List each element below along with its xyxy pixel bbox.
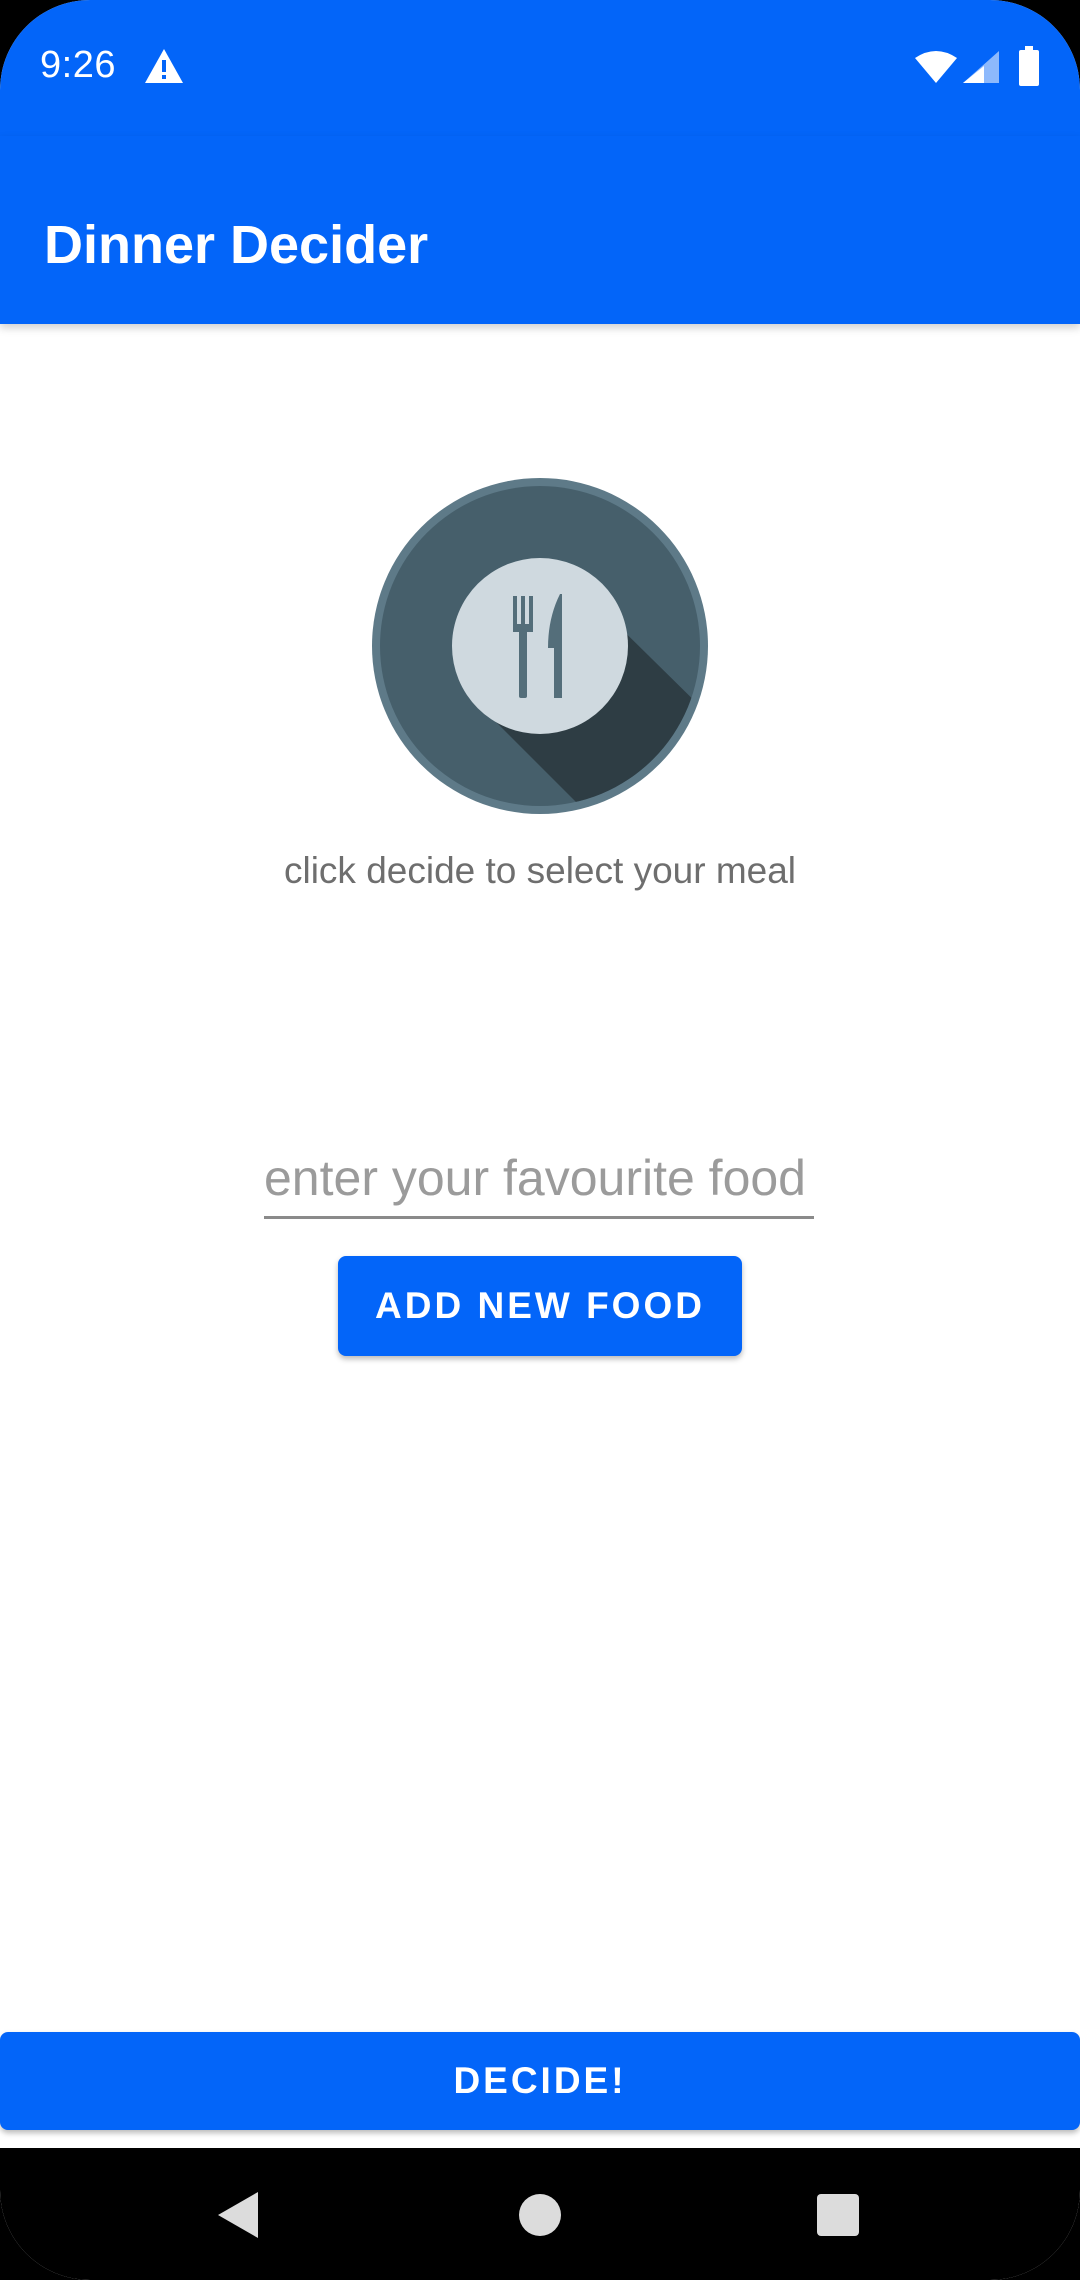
add-new-food-button[interactable]: ADD NEW FOOD (338, 1256, 742, 1356)
navigation-bar (0, 2148, 1080, 2280)
status-bar: 9:26 (0, 0, 1080, 136)
favourite-food-input[interactable] (264, 1140, 814, 1216)
app-title: Dinner Decider (44, 215, 429, 275)
warning-icon (145, 49, 183, 83)
device-screen: 9:26 Dinner Decider click decide to sele… (0, 0, 1080, 2280)
battery-icon (1019, 46, 1039, 86)
recents-icon[interactable] (817, 2194, 859, 2236)
back-icon[interactable] (218, 2192, 260, 2238)
home-icon[interactable] (519, 2194, 561, 2236)
food-input-container (264, 1140, 814, 1219)
wifi-icon (915, 51, 957, 83)
status-time: 9:26 (40, 44, 116, 86)
instruction-text: click decide to select your meal (283, 850, 797, 891)
decide-button[interactable]: DECIDE! (0, 2032, 1080, 2130)
cell-signal-icon (963, 51, 999, 83)
app-bar: Dinner Decider (0, 136, 1080, 324)
plate-fork-knife-icon (372, 478, 708, 814)
